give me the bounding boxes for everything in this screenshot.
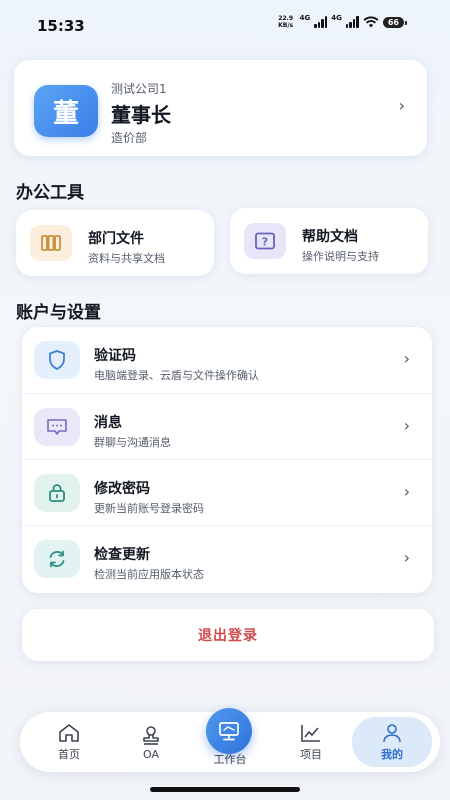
oa-stamp-icon	[143, 725, 159, 745]
chevron-right-icon: ›	[403, 482, 410, 501]
setting-item-check-update[interactable]: 检查更新 检测当前应用版本状态 ›	[22, 525, 432, 591]
help-question-icon: ?	[244, 223, 286, 259]
tool-card-department-files[interactable]: 部门文件 资料与共享文档	[16, 210, 214, 276]
refresh-icon	[34, 540, 80, 578]
network-type-2: 4G	[331, 14, 342, 22]
lock-icon	[34, 474, 80, 512]
status-indicators: 22.9 KB/s 4G 4G 66	[276, 14, 408, 30]
setting-item-verification-code[interactable]: 验证码 电脑端登录、云盾与文件操作确认 ›	[22, 327, 432, 393]
chevron-right-icon: ›	[403, 349, 410, 368]
tool-title: 帮助文档	[302, 229, 358, 245]
tool-title: 部门文件	[88, 231, 144, 247]
tool-card-help-docs[interactable]: ? 帮助文档 操作说明与支持	[230, 208, 428, 274]
tab-workbench[interactable]	[206, 708, 252, 754]
chevron-right-icon: ›	[403, 416, 410, 435]
department-name: 造价部	[111, 131, 148, 145]
shield-icon	[34, 341, 80, 379]
chevron-right-icon: ›	[398, 96, 405, 115]
wifi-icon	[363, 16, 379, 28]
network-type-1: 4G	[299, 14, 311, 22]
tab-label-workbench: 工作台	[213, 753, 247, 766]
svg-text:?: ?	[262, 236, 268, 249]
tool-subtitle: 资料与共享文档	[88, 252, 165, 265]
folder-books-icon	[30, 225, 72, 261]
tab-label: 项目	[300, 748, 322, 761]
setting-subtitle: 群聊与沟通消息	[94, 436, 171, 449]
setting-subtitle: 更新当前账号登录密码	[94, 502, 204, 515]
section-title-account-settings: 账户与设置	[16, 303, 101, 323]
tab-oa[interactable]: OA	[122, 712, 180, 772]
home-icon	[59, 724, 79, 742]
tab-projects[interactable]: 项目	[282, 712, 340, 772]
chart-icon	[301, 725, 320, 742]
setting-item-messages[interactable]: 消息 群聊与沟通消息 ›	[22, 393, 432, 459]
section-title-office-tools: 办公工具	[16, 183, 84, 203]
tab-label: OA	[143, 747, 159, 761]
settings-list: 验证码 电脑端登录、云盾与文件操作确认 › 消息 群聊与沟通消息 › 修改密码 …	[22, 327, 432, 593]
setting-item-change-password[interactable]: 修改密码 更新当前账号登录密码 ›	[22, 459, 432, 525]
status-time: 15:33	[37, 17, 85, 35]
signal-icon	[345, 16, 359, 28]
network-speed: 22.9 KB/s	[278, 15, 294, 29]
setting-subtitle: 检测当前应用版本状态	[94, 568, 204, 581]
profile-card[interactable]: 董 测试公司1 董事长 造价部 ›	[14, 60, 427, 156]
avatar: 董	[34, 85, 98, 137]
user-icon	[383, 724, 401, 743]
tab-home[interactable]: 首页	[40, 712, 98, 772]
battery-icon: 66	[382, 16, 408, 28]
logout-label: 退出登录	[198, 628, 258, 644]
setting-title: 消息	[94, 415, 122, 431]
tab-mine[interactable]: 我的	[352, 717, 432, 767]
setting-title: 验证码	[94, 348, 136, 364]
company-name: 测试公司1	[111, 82, 167, 96]
home-indicator	[150, 787, 300, 792]
monitor-icon	[219, 722, 239, 741]
setting-title: 检查更新	[94, 547, 150, 563]
tab-label: 首页	[58, 748, 80, 761]
setting-subtitle: 电脑端登录、云盾与文件操作确认	[94, 369, 259, 382]
logout-button[interactable]: 退出登录	[22, 609, 434, 661]
user-role: 董事长	[111, 103, 171, 127]
signal-icon	[314, 16, 328, 28]
tool-subtitle: 操作说明与支持	[302, 250, 379, 263]
setting-title: 修改密码	[94, 481, 150, 497]
tab-label: 我的	[381, 748, 403, 761]
status-bar: 15:33 22.9 KB/s 4G 4G 66	[0, 0, 450, 50]
chevron-right-icon: ›	[403, 548, 410, 567]
message-icon	[34, 408, 80, 446]
